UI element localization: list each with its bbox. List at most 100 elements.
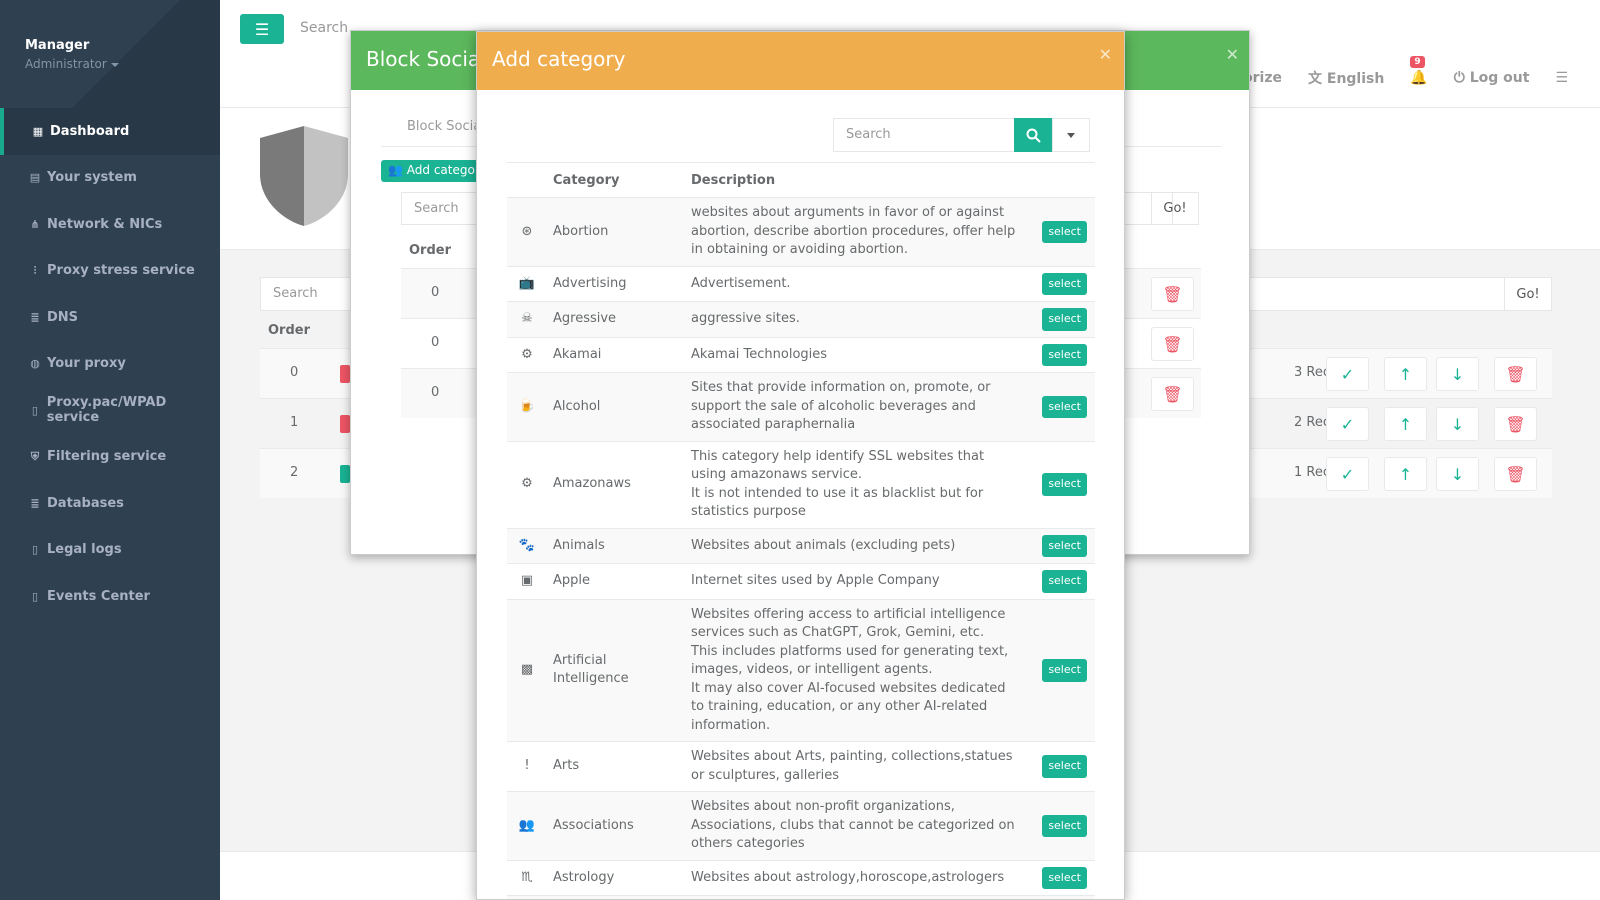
user-role: Administrator xyxy=(25,57,107,71)
select-button[interactable]: select xyxy=(1042,659,1087,682)
select-button[interactable]: select xyxy=(1042,534,1087,557)
close-icon[interactable]: ✕ xyxy=(1099,45,1112,64)
stress-icon: ⫶ xyxy=(33,263,37,277)
category-icon-cell: 🍺 xyxy=(507,372,547,441)
sidebar-item-proxy-stress-service[interactable]: ⫶ Proxy stress service xyxy=(0,248,220,295)
language-selector[interactable]: 文 English xyxy=(1308,68,1384,88)
status-badge xyxy=(340,465,350,483)
category-row: ! Arts Websites about Arts, painting, coll… xyxy=(507,741,1095,792)
category-name: Advertising xyxy=(547,265,685,302)
enable-button[interactable]: ✓ xyxy=(1326,457,1369,491)
trash-icon: 🗑 xyxy=(1162,284,1183,304)
arrow-down-icon: ↓ xyxy=(1450,364,1465,384)
sidebar-item-events-center[interactable]: ▯ Events Center xyxy=(0,573,220,620)
move-up-button[interactable]: ↑ xyxy=(1384,407,1427,441)
enable-button[interactable]: ✓ xyxy=(1326,407,1369,441)
select-button[interactable]: select xyxy=(1042,343,1087,366)
action-cell: select xyxy=(1025,598,1095,742)
search-options-dropdown[interactable] xyxy=(1052,118,1090,152)
tab-block-social[interactable]: Block Social xyxy=(407,119,485,134)
category-icon-cell: ♏ xyxy=(507,859,547,896)
hamburger-icon: ☰ xyxy=(254,19,270,39)
action-cell: select xyxy=(1025,301,1095,337)
sidebar-item-label: Network & NICs xyxy=(47,216,163,232)
menu-toggle-button[interactable]: ☰ xyxy=(240,14,284,44)
arts-icon: ! xyxy=(524,758,530,774)
move-down-button[interactable]: ↓ xyxy=(1436,407,1479,441)
delete-button[interactable]: 🗑 xyxy=(1151,277,1194,311)
select-button[interactable]: select xyxy=(1042,570,1087,593)
action-cell: select xyxy=(1025,741,1095,792)
category-description: Websites about animals (excluding pets) xyxy=(685,527,1025,564)
sidebar-item-dashboard[interactable]: ▦ Dashboard xyxy=(0,108,220,155)
sidebar: Manager Administrator ▦ Dashboard ▤ Your sy… xyxy=(0,0,220,900)
category-name: Akamai xyxy=(547,336,685,373)
arrow-up-icon: ↑ xyxy=(1398,464,1413,484)
move-up-button[interactable]: ↑ xyxy=(1384,457,1427,491)
modal1-go-button[interactable]: Go! xyxy=(1151,192,1199,225)
category-icon-cell: ⊛ xyxy=(507,197,547,266)
move-down-button[interactable]: ↓ xyxy=(1436,357,1479,391)
advertising-icon: 📺 xyxy=(518,275,536,291)
category-row: ♏ Astrology Websites about astrology,horos… xyxy=(507,859,1095,896)
sidebar-item-your-system[interactable]: ▤ Your system xyxy=(0,155,220,202)
delete-button[interactable]: 🗑 xyxy=(1494,407,1537,441)
trash-icon: 🗑 xyxy=(1505,464,1526,484)
rules-go-button[interactable]: Go! xyxy=(1504,277,1552,311)
search-button[interactable] xyxy=(1014,118,1052,152)
select-button[interactable]: select xyxy=(1042,473,1087,496)
tasks-icon[interactable]: ☰ xyxy=(1555,70,1568,86)
sidebar-item-your-proxy[interactable]: ◍ Your proxy xyxy=(0,341,220,388)
action-cell: select xyxy=(1025,791,1095,860)
logout-link[interactable]: ⏻ Log out xyxy=(1454,70,1530,86)
category-icon-cell: ▩ xyxy=(507,598,547,742)
select-button[interactable]: select xyxy=(1042,395,1087,418)
order-value: 1 xyxy=(290,415,299,430)
close-icon[interactable]: ✕ xyxy=(1226,45,1239,64)
sidebar-item-filtering-service[interactable]: ⛨ Filtering service xyxy=(0,434,220,481)
delete-button[interactable]: 🗑 xyxy=(1494,457,1537,491)
move-down-button[interactable]: ↓ xyxy=(1436,457,1479,491)
check-icon: ✓ xyxy=(1340,464,1355,484)
notification-badge: 9 xyxy=(1410,56,1425,68)
select-button[interactable]: select xyxy=(1042,814,1087,837)
delete-button[interactable]: 🗑 xyxy=(1151,327,1194,361)
select-button[interactable]: select xyxy=(1042,755,1087,778)
user-role-dropdown[interactable]: Administrator xyxy=(25,57,220,71)
select-button[interactable]: select xyxy=(1042,272,1087,295)
sidebar-item-proxy-pac-wpad-service[interactable]: ▯ Proxy.pac/WPAD service xyxy=(0,387,220,434)
enable-button[interactable]: ✓ xyxy=(1326,357,1369,391)
select-button[interactable]: select xyxy=(1042,308,1087,331)
move-up-button[interactable]: ↑ xyxy=(1384,357,1427,391)
language-label: English xyxy=(1326,71,1385,87)
globe-icon: ◍ xyxy=(30,357,40,371)
sidebar-item-label: Databases xyxy=(47,495,124,511)
sidebar-item-network-nics[interactable]: ⋔ Network & NICs xyxy=(0,201,220,248)
delete-button[interactable]: 🗑 xyxy=(1494,357,1537,391)
ai-icon: ▩ xyxy=(520,662,534,677)
action-cell: select xyxy=(1025,440,1095,528)
category-name xyxy=(547,895,685,899)
user-name: Manager xyxy=(25,38,90,53)
notifications-button[interactable]: 🔔 9 xyxy=(1410,56,1428,86)
top-search-input[interactable]: Search xyxy=(300,20,348,36)
category-icon-cell: ! xyxy=(507,741,547,792)
sidebar-item-legal-logs[interactable]: ▯ Legal logs xyxy=(0,527,220,574)
users-icon: 👥 xyxy=(388,163,403,177)
category-name: Animals xyxy=(547,527,685,564)
category-description: Websites offering access to artificial i… xyxy=(685,598,1025,742)
sidebar-item-databases[interactable]: ≣ Databases xyxy=(0,480,220,527)
category-description: Websites about non-profit organizations,… xyxy=(685,791,1025,860)
sidebar-item-dns[interactable]: ≣ DNS xyxy=(0,294,220,341)
select-button[interactable]: select xyxy=(1042,220,1087,243)
category-icon-cell: 📺 xyxy=(507,265,547,302)
description-line: It is not intended to use it as blacklis… xyxy=(691,485,984,520)
category-name: Apple xyxy=(547,563,685,599)
arrow-up-icon: ↑ xyxy=(1398,414,1413,434)
select-button[interactable]: select xyxy=(1042,866,1087,889)
category-search-input[interactable]: Search xyxy=(833,118,1015,152)
category-icon-cell: 🐾 xyxy=(507,527,547,564)
alcohol-icon: 🍺 xyxy=(518,398,536,414)
delete-button[interactable]: 🗑 xyxy=(1151,377,1194,411)
category-name: Associations xyxy=(547,791,685,860)
